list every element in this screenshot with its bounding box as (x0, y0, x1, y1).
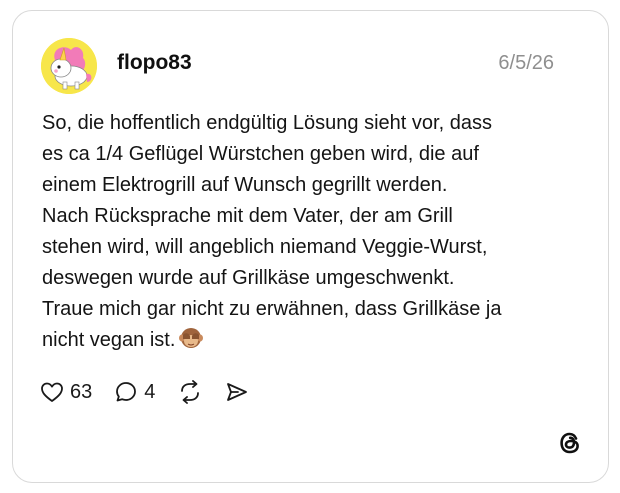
post-text-line: stehen wird, will angeblich niemand Vegg… (42, 236, 488, 258)
like-button[interactable]: 63 (40, 381, 92, 404)
heart-icon (40, 381, 64, 403)
unicorn-avatar-icon[interactable] (41, 38, 97, 94)
share-button[interactable] (225, 380, 249, 404)
post-date: 6/5/26 (498, 52, 554, 74)
speech-bubble-icon (114, 380, 138, 404)
post-text-line: einem Elektrogrill auf Wunsch gegrillt w… (42, 174, 448, 196)
post-text-line: nicht vegan ist. (42, 329, 176, 351)
see-no-evil-monkey-icon (179, 327, 204, 359)
like-count: 63 (70, 380, 93, 403)
threads-logo-icon[interactable] (556, 429, 584, 457)
reply-button[interactable]: 4 (114, 380, 155, 404)
username[interactable]: flopo83 (117, 51, 192, 75)
repost-icon (177, 380, 203, 404)
action-bar: 63 4 (40, 377, 271, 407)
reply-count: 4 (144, 380, 156, 403)
post-text-line: deswegen wurde auf Grillkäse umgeschwenk… (42, 267, 455, 289)
post-text-line: So, die hoffentlich endgültig Lösung sie… (42, 112, 492, 134)
post-text-line: es ca 1/4 Geflügel Würstchen geben wird,… (42, 143, 479, 165)
post-text-line: Nach Rücksprache mit dem Vater, der am G… (42, 205, 453, 227)
post-card: flopo83 6/5/26 So, die hoffentlich endgü… (12, 10, 609, 483)
send-icon (225, 380, 249, 404)
post-body: So, die hoffentlich endgültig Lösung sie… (42, 108, 577, 359)
post-text-line-last: nicht vegan ist. (42, 325, 577, 359)
repost-button[interactable] (177, 380, 203, 404)
post-text-line: Traue mich gar nicht zu erwähnen, dass G… (42, 298, 502, 320)
